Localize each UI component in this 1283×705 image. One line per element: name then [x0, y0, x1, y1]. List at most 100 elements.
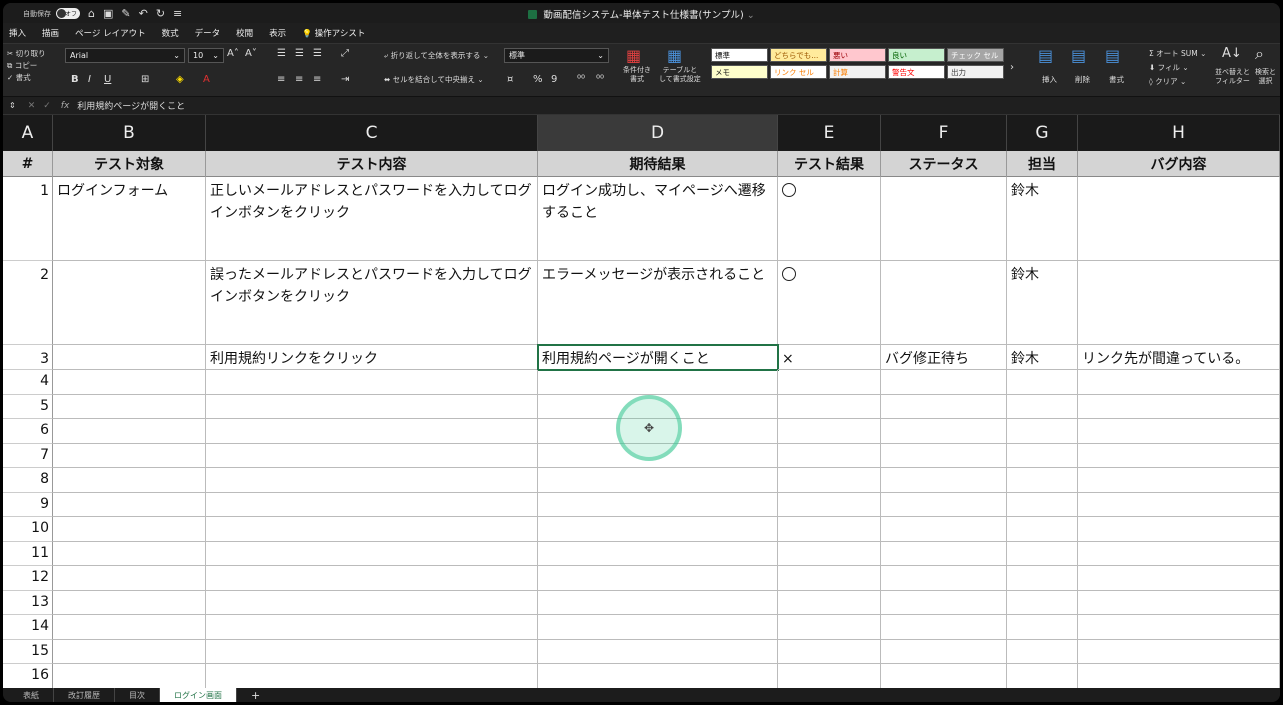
empty-cell[interactable]	[1078, 590, 1280, 615]
empty-cell[interactable]	[778, 615, 881, 640]
empty-cell[interactable]	[53, 394, 206, 419]
table-format-icon[interactable]: ▦	[667, 46, 682, 65]
format-painter-button[interactable]: ✓ 書式	[7, 72, 31, 83]
empty-cell[interactable]	[778, 370, 881, 395]
cell-e-row1[interactable]	[778, 177, 881, 261]
empty-cell[interactable]	[881, 468, 1007, 493]
sheet-tab[interactable]: 目次	[115, 688, 160, 702]
empty-cell[interactable]	[1078, 664, 1280, 688]
empty-cell[interactable]	[1007, 443, 1078, 468]
italic-icon[interactable]: I	[88, 74, 91, 85]
row-header[interactable]: 3	[3, 345, 53, 370]
empty-cell[interactable]	[778, 492, 881, 517]
row-header[interactable]: 4	[3, 370, 53, 395]
align-top-icon[interactable]: ☰	[277, 48, 286, 59]
column-header-d[interactable]: D	[538, 115, 778, 151]
empty-cell[interactable]	[1007, 664, 1078, 688]
empty-cell[interactable]	[1078, 566, 1280, 591]
cell-h-row2[interactable]	[1078, 261, 1280, 345]
cell-d-row3[interactable]: 利用規約ページが開くこと	[537, 344, 779, 371]
empty-cell[interactable]	[778, 394, 881, 419]
empty-cell[interactable]	[53, 443, 206, 468]
empty-cell[interactable]	[1007, 492, 1078, 517]
empty-cell[interactable]	[778, 664, 881, 688]
enter-icon[interactable]: ✓	[43, 101, 51, 111]
empty-cell[interactable]	[1007, 590, 1078, 615]
empty-cell[interactable]	[538, 590, 778, 615]
orientation-icon[interactable]: ⤢	[341, 48, 349, 59]
empty-cell[interactable]	[881, 370, 1007, 395]
empty-cell[interactable]	[778, 639, 881, 664]
currency-icon[interactable]: ¤	[507, 74, 513, 85]
row-header[interactable]: 16	[3, 664, 53, 688]
empty-cell[interactable]	[1078, 394, 1280, 419]
name-box-stepper-icon[interactable]: ⇕	[9, 101, 16, 110]
add-sheet-button[interactable]: +	[237, 688, 274, 702]
header-cell[interactable]: #	[3, 151, 53, 177]
cell-f-row2[interactable]	[881, 261, 1007, 345]
empty-cell[interactable]	[881, 639, 1007, 664]
empty-cell[interactable]	[206, 590, 538, 615]
header-cell[interactable]: テスト結果	[778, 151, 881, 177]
clear-button[interactable]: ◊ クリア ⌄	[1149, 76, 1186, 87]
empty-cell[interactable]	[206, 468, 538, 493]
empty-cell[interactable]	[1078, 639, 1280, 664]
row-header[interactable]: 6	[3, 419, 53, 444]
border-icon[interactable]: ⊞	[141, 74, 149, 85]
empty-cell[interactable]	[778, 566, 881, 591]
cancel-icon[interactable]: ✕	[28, 101, 36, 111]
copy-button[interactable]: ⧉ コピー	[7, 60, 37, 71]
conditional-format-icon[interactable]: ▦	[626, 46, 641, 65]
cell-h-row1[interactable]	[1078, 177, 1280, 261]
align-right-icon[interactable]: ≡	[313, 74, 321, 85]
cell-style-7[interactable]: 計算	[829, 65, 886, 79]
row-header[interactable]: 12	[3, 566, 53, 591]
cell-d-row1[interactable]: ログイン成功し、マイページへ遷移すること	[538, 177, 778, 261]
column-header-c[interactable]: C	[206, 115, 538, 151]
cell-style-6[interactable]: リンク セル	[770, 65, 827, 79]
empty-cell[interactable]	[1078, 419, 1280, 444]
indent-icon[interactable]: ⇥	[341, 74, 349, 85]
empty-cell[interactable]	[53, 590, 206, 615]
insert-cells-icon[interactable]: ▤	[1038, 46, 1053, 65]
cell-style-1[interactable]: どちらでも...	[770, 48, 827, 62]
column-header-h[interactable]: H	[1078, 115, 1280, 151]
wrap-text-button[interactable]: ⤶ 折り返して全体を表示する ⌄	[384, 50, 489, 61]
percent-icon[interactable]: %	[533, 74, 543, 85]
styles-more-icon[interactable]: ›	[1010, 62, 1014, 73]
cell-style-4[interactable]: チェック セル	[947, 48, 1004, 62]
column-header-e[interactable]: E	[778, 115, 881, 151]
decrease-font-icon[interactable]: A˅	[245, 48, 257, 59]
comma-icon[interactable]: 9	[551, 74, 557, 85]
align-bottom-icon[interactable]: ☰	[313, 48, 322, 59]
cell-f-row1[interactable]	[881, 177, 1007, 261]
fill-color-icon[interactable]: ◈	[176, 74, 184, 85]
empty-cell[interactable]	[53, 517, 206, 542]
find-icon[interactable]: ⌕	[1255, 44, 1264, 64]
column-header-g[interactable]: G	[1007, 115, 1078, 151]
empty-cell[interactable]	[881, 566, 1007, 591]
empty-cell[interactable]	[1007, 566, 1078, 591]
empty-cell[interactable]	[881, 517, 1007, 542]
empty-cell[interactable]	[881, 419, 1007, 444]
align-middle-icon[interactable]: ☰	[295, 48, 304, 59]
empty-cell[interactable]	[53, 492, 206, 517]
empty-cell[interactable]	[206, 541, 538, 566]
empty-cell[interactable]	[778, 517, 881, 542]
cell-g-row1[interactable]: 鈴木	[1007, 177, 1078, 261]
empty-cell[interactable]	[53, 615, 206, 640]
autosum-button[interactable]: Σ オート SUM ⌄	[1149, 48, 1206, 59]
cell-g-row3[interactable]: 鈴木	[1007, 345, 1078, 370]
sort-filter-button[interactable]: 並べ替えと フィルター	[1215, 68, 1250, 86]
row-header[interactable]: 1	[3, 177, 53, 261]
empty-cell[interactable]	[778, 590, 881, 615]
header-cell[interactable]: テスト対象	[53, 151, 206, 177]
empty-cell[interactable]	[1007, 517, 1078, 542]
row-header[interactable]: 15	[3, 639, 53, 664]
cell-b-row2[interactable]	[53, 261, 206, 345]
table-format-button[interactable]: テーブルと して書式設定	[659, 66, 701, 84]
header-cell[interactable]: 担当	[1007, 151, 1078, 177]
empty-cell[interactable]	[538, 517, 778, 542]
merge-center-button[interactable]: ⬌ セルを結合して中央揃え ⌄	[384, 74, 484, 85]
menu-item[interactable]: 校閲	[236, 27, 253, 39]
